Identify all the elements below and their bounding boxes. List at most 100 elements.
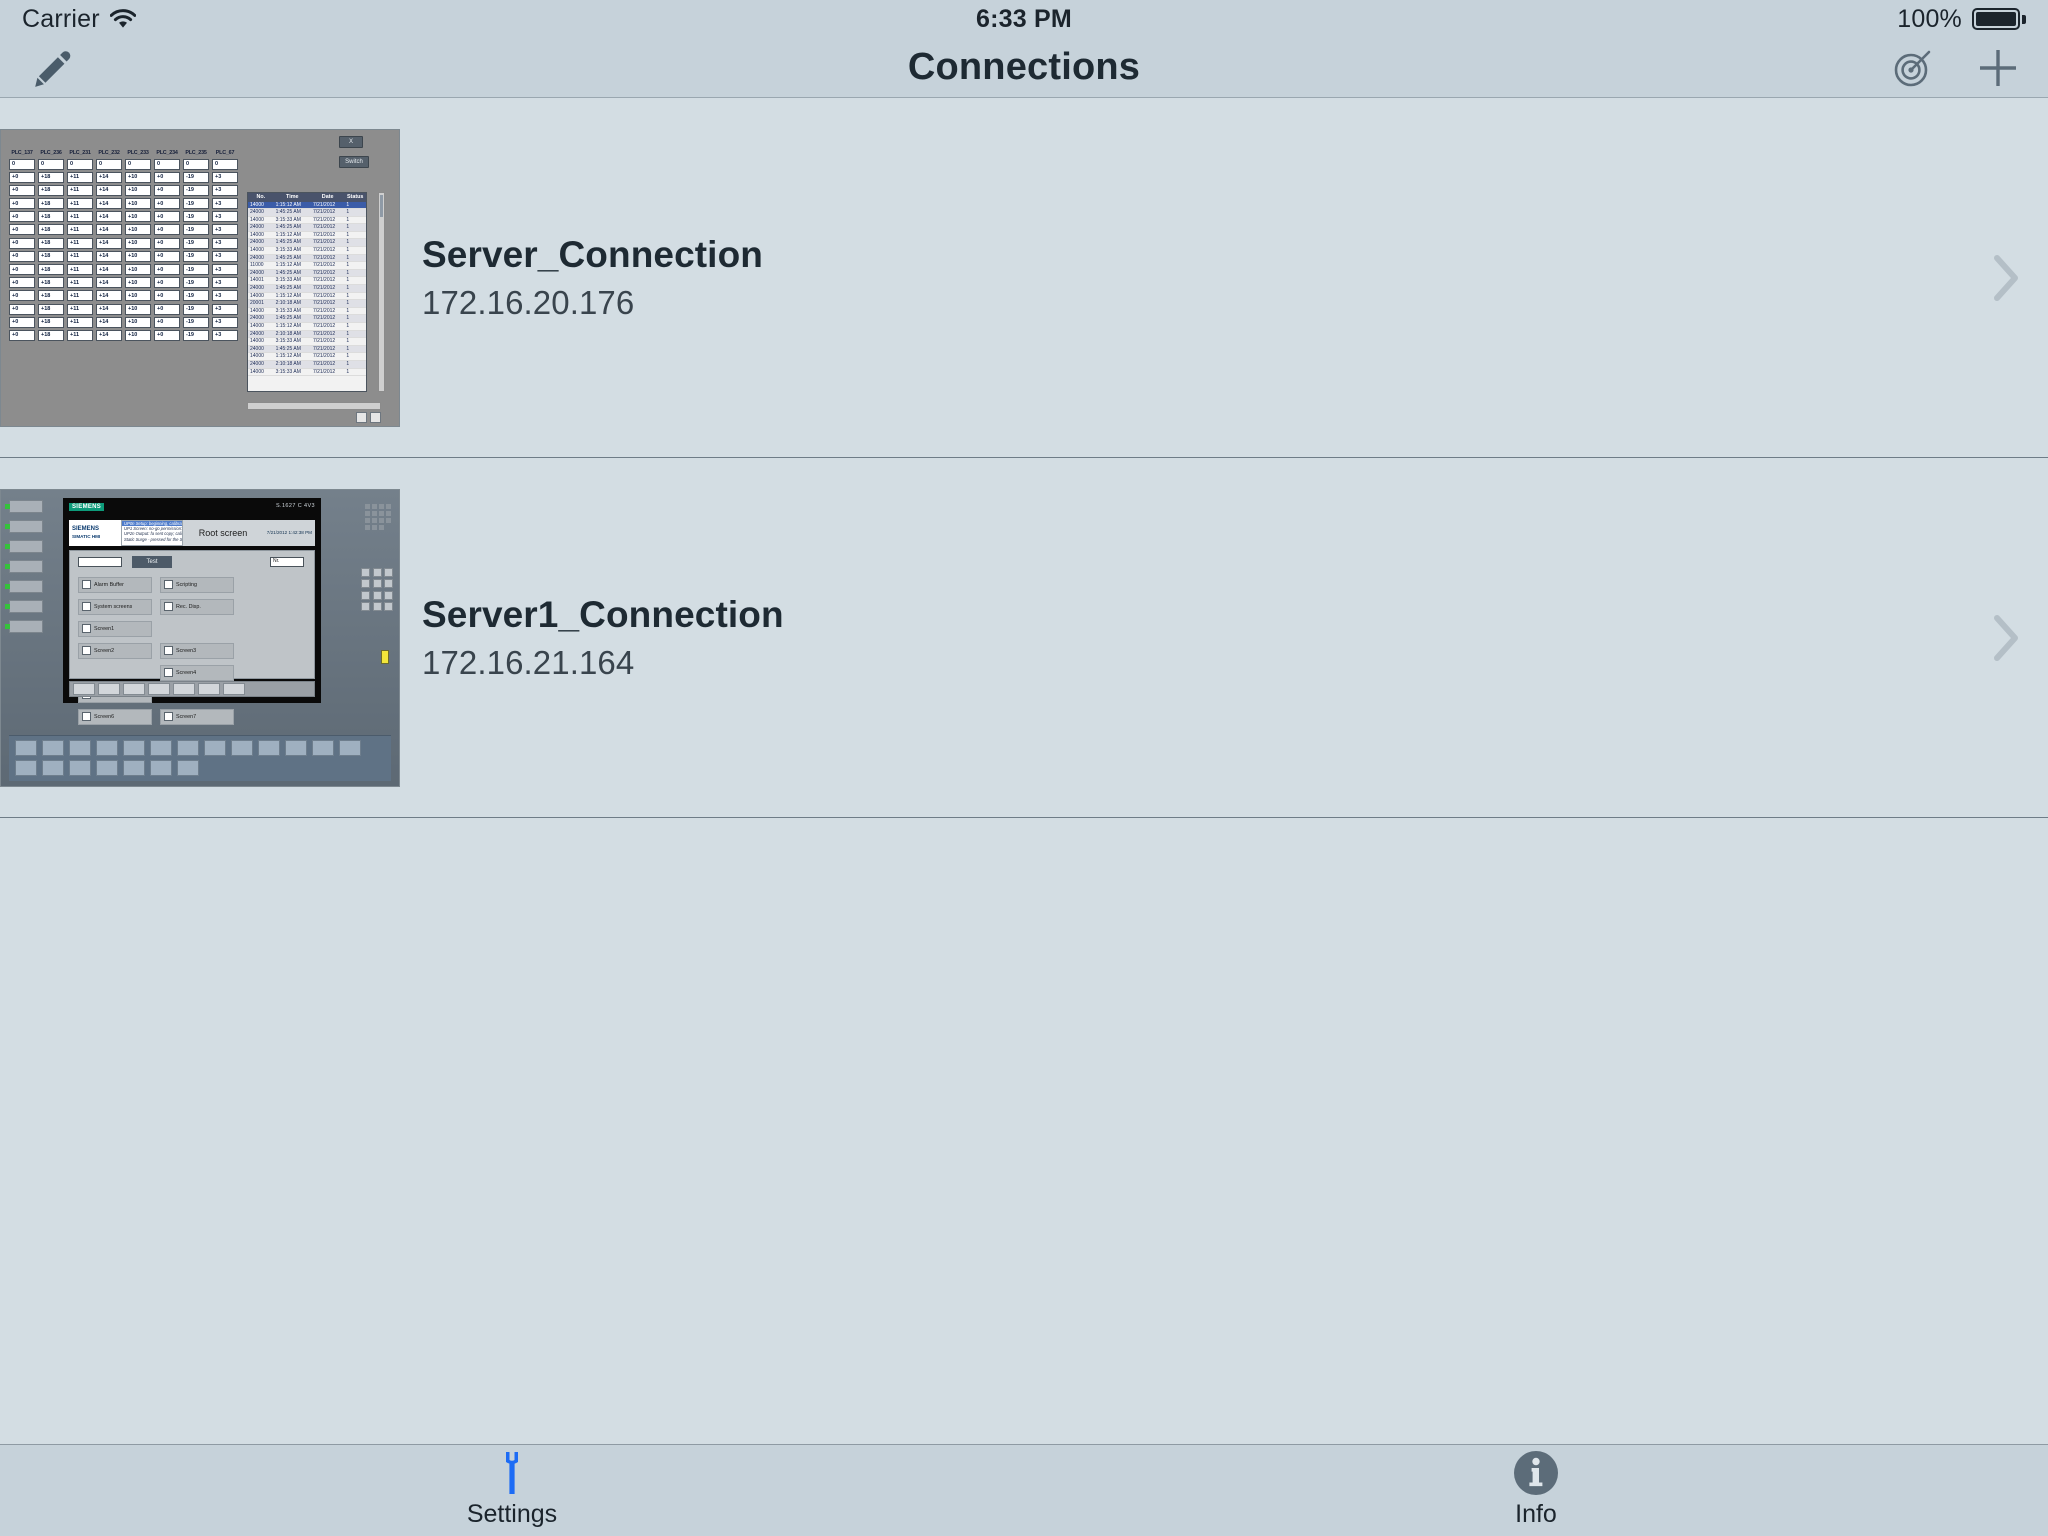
hmi-dropdown: Nr. [270, 556, 304, 567]
siemens-hmi-screen: SIEMENS S.1627 C 4V3 SIEMENS SIMATIC HMI… [1, 489, 399, 786]
plc-cell: +18 [38, 277, 64, 289]
plc-log-column-header: Status [346, 193, 364, 200]
plc-log-cell: 1 [346, 315, 350, 322]
plc-log-row: 24000 2:10:18 AM 7/21/2012 1 [248, 330, 366, 339]
battery-fill [1976, 12, 2016, 26]
plc-cell: +0 [154, 211, 180, 223]
plc-cell-row: +0 +18 +11 +14 +10 +0 -19 +3 [9, 237, 239, 249]
plc-cell: -19 [183, 198, 209, 210]
plc-cell: +14 [96, 171, 122, 183]
hmi-button-label: System screens [94, 603, 133, 610]
hmi-nav-button: Screen7 [160, 708, 234, 725]
plc-log-cell: 24000 [250, 345, 264, 352]
clock-label: 6:33 PM [976, 4, 1072, 33]
battery-cap [2022, 14, 2026, 24]
plc-cell-row: +0 +18 +11 +14 +10 +0 -19 +3 [9, 264, 239, 275]
plc-cell: +0 [9, 171, 35, 183]
plc-log-row: 14000 1:15:12 AM 7/21/2012 1 [248, 201, 366, 210]
plc-log-cell: 7/21/2012 [312, 247, 336, 254]
plc-cell: +10 [125, 224, 151, 236]
plc-log-cell: 1 [346, 277, 350, 284]
page-title: Connections [907, 46, 1141, 88]
plc-log-cell: 1:45:25 AM [275, 345, 301, 352]
plc-cell: 0 [212, 158, 238, 170]
chevron-right-icon[interactable] [1964, 250, 2048, 306]
plc-log-cell: 24000 [250, 224, 264, 231]
plc-log-row: 20001 2:10:18 AM 7/21/2012 1 [248, 300, 366, 308]
plc-cell-row: +0 +18 +11 +14 +10 +0 -19 +3 [9, 171, 239, 183]
plc-log-cell: 1 [346, 269, 350, 276]
plc-cell: +0 [154, 224, 180, 236]
plc-log-cell: 1:15:12 AM [275, 201, 301, 208]
list-item[interactable]: SIEMENS S.1627 C 4V3 SIEMENS SIMATIC HMI… [0, 458, 2048, 818]
hmi-test-button: Test [132, 555, 172, 568]
hmi-button-label: Alarm Buffer [94, 581, 124, 588]
hmi-input-field [78, 556, 122, 567]
plc-log-cell: 1 [346, 360, 350, 367]
plc-cell: +18 [38, 303, 64, 315]
plc-log-column-header: Time [286, 193, 299, 200]
plc-log-cell: 7/21/2012 [312, 224, 336, 231]
plc-log-cell: 14000 [250, 216, 264, 223]
plc-log-cell: 1 [346, 307, 350, 314]
plc-log-cell: 20001 [250, 300, 264, 307]
plus-icon[interactable] [1974, 44, 2022, 92]
app-root: Carrier 6:33 PM 100% Connections X Switc… [0, 0, 2048, 1536]
plc-cell: +14 [96, 250, 122, 262]
hmi-button-glyph [164, 712, 173, 721]
plc-cell-row: +0 +18 +11 +14 +10 +0 -19 +3 [9, 198, 239, 210]
plc-cell: +10 [125, 290, 151, 302]
plc-cell: -19 [183, 264, 209, 275]
chevron-right-icon[interactable] [1964, 610, 2048, 666]
plc-log-row: 14000 1:15:12 AM 7/21/2012 1 [248, 353, 366, 361]
plc-cell: +0 [154, 184, 180, 196]
hmi-clock-label: 7/21/2012 1:42:38 PM [266, 530, 312, 535]
navigation-bar: Connections [0, 38, 2048, 98]
plc-cell-row: +0 +18 +11 +14 +10 +0 -19 +3 [9, 184, 239, 196]
plc-cell: 0 [96, 158, 122, 170]
connections-list[interactable]: X Switch PLC_137 PLC_236 PLC_231 PLC_232 PLC… [0, 98, 2048, 1444]
plc-log-row: 24000 1:45:25 AM 7/21/2012 1 [248, 224, 366, 232]
target-scan-icon[interactable] [1890, 45, 1936, 91]
plc-log-header: No. Time Date Status [248, 192, 366, 202]
plc-log-cell: 7/21/2012 [312, 338, 336, 345]
plc-log-cell: 1:45:25 AM [275, 269, 301, 276]
plc-log-cell: 3:15:33 AM [275, 338, 301, 345]
plc-cell: +3 [212, 316, 238, 328]
plc-vertical-scrollbar [378, 191, 385, 392]
plc-cell: +11 [67, 211, 93, 223]
plc-cell: -19 [183, 237, 209, 249]
plc-cell: +10 [125, 211, 151, 223]
plc-log-cell: 1:45:25 AM [275, 254, 301, 261]
plc-column-header: PLC_235 [185, 149, 207, 156]
plc-log-row: 14000 1:15:12 AM 7/21/2012 1 [248, 323, 366, 331]
plc-monitor-screen: X Switch PLC_137 PLC_236 PLC_231 PLC_232 PLC… [1, 129, 399, 426]
plc-log-row: 14000 3:15:33 AM 7/21/2012 1 [248, 308, 366, 316]
plc-log-cell: 7/21/2012 [312, 201, 336, 208]
plc-cell: +18 [38, 250, 64, 262]
plc-log-cell: 1:45:25 AM [275, 315, 301, 322]
battery-body [1972, 8, 2020, 30]
plc-log-row: 24000 1:45:25 AM 7/21/2012 1 [248, 254, 366, 263]
plc-log-cell: 1 [346, 330, 350, 337]
connection-info: Server1_Connection 172.16.21.164 [400, 594, 1964, 682]
plc-cell: +14 [96, 211, 122, 223]
tab-info[interactable]: Info [1024, 1445, 2048, 1536]
plc-log-cell: 24000 [250, 330, 264, 337]
plc-log-cell: 14000 [250, 323, 264, 329]
connection-name: Server1_Connection [422, 593, 784, 635]
plc-cell: -19 [183, 224, 209, 236]
plc-cell: +0 [9, 237, 35, 249]
plc-cell: +14 [96, 329, 122, 341]
hmi-content-area: Test Nr. Alarm Buffer Scripting System scr… [69, 549, 315, 725]
connection-thumbnail-wrapper: X Switch PLC_137 PLC_236 PLC_231 PLC_232 PLC… [0, 128, 400, 427]
plc-log-cell: 24000 [250, 209, 264, 216]
list-item[interactable]: X Switch PLC_137 PLC_236 PLC_231 PLC_232 PLC… [0, 98, 2048, 458]
plc-log-cell: 7/21/2012 [312, 239, 336, 246]
wifi-icon [109, 9, 136, 29]
plc-cell: 0 [183, 158, 209, 170]
tab-settings[interactable]: Settings [0, 1445, 1024, 1536]
hmi-nav-button: Rec. Disp. [160, 598, 234, 615]
hmi-button-label: Screen3 [176, 647, 197, 654]
plc-log-cell: 7/21/2012 [312, 209, 336, 216]
